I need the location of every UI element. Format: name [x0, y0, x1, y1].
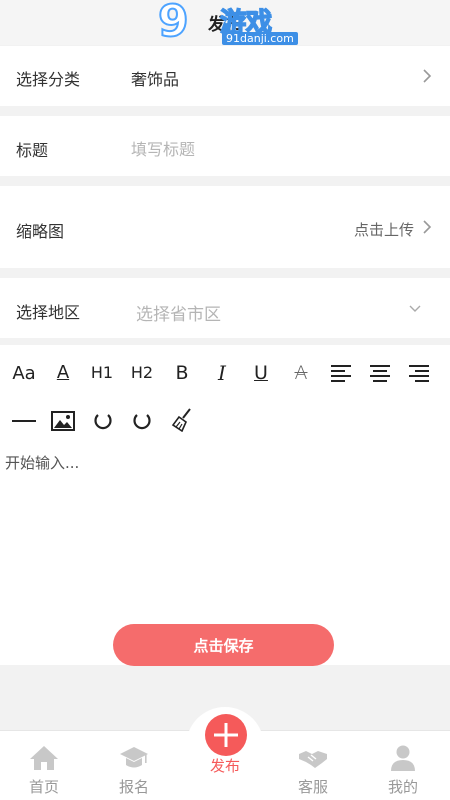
insert-image-button[interactable]: [48, 406, 78, 436]
heading2-icon: H2: [130, 362, 154, 382]
handshake-icon: [299, 751, 327, 768]
header-bar: 发布: [0, 0, 450, 45]
align-center-icon: [370, 365, 390, 382]
horizontal-rule-icon: [12, 420, 36, 422]
tab-service[interactable]: 客服: [273, 731, 353, 800]
tab-home[interactable]: 首页: [4, 731, 84, 800]
page-title: 发布: [208, 15, 242, 35]
italic-button[interactable]: I: [207, 358, 237, 388]
tab-mine-label: 我的: [387, 778, 418, 796]
home-icon: [30, 746, 58, 770]
tab-signup-label: 报名: [118, 778, 149, 796]
font-color-icon: A: [56, 362, 70, 383]
user-icon: [391, 745, 415, 771]
bold-button[interactable]: B: [167, 358, 197, 388]
font-color-button[interactable]: A: [48, 358, 78, 388]
redo-icon: [133, 414, 151, 430]
underline-icon: U: [254, 362, 268, 384]
align-right-icon: [409, 365, 429, 382]
font-size-button[interactable]: Aa: [9, 358, 39, 388]
rich-text-editor: Aa A H1 H2 B I U A 开始输入... 点击保存: [0, 345, 450, 666]
align-left-icon: [331, 365, 351, 382]
broom-icon: [171, 408, 191, 432]
graduation-cap-icon: [120, 747, 148, 768]
align-center-button[interactable]: [365, 358, 395, 388]
tab-home-label: 首页: [28, 778, 59, 796]
tab-signup[interactable]: 报名: [94, 731, 174, 800]
clear-format-button[interactable]: [167, 405, 197, 435]
font-size-icon: Aa: [12, 362, 36, 384]
chevron-right-icon: [423, 69, 432, 83]
category-row[interactable]: 选择分类 奢饰品: [0, 46, 450, 106]
strikethrough-button[interactable]: A: [286, 358, 316, 388]
tab-service-label: 客服: [297, 778, 328, 796]
tab-publish-label: 发布: [209, 757, 240, 775]
thumbnail-label: 缩略图: [16, 222, 65, 241]
region-row[interactable]: 选择地区 选择省市区: [0, 278, 450, 338]
heading1-icon: H1: [90, 362, 114, 382]
chevron-down-icon: [409, 305, 421, 312]
editor-input[interactable]: 开始输入...: [5, 452, 79, 473]
horizontal-rule-button[interactable]: [9, 406, 39, 436]
strikethrough-icon: A: [294, 362, 308, 384]
region-select[interactable]: 选择省市区: [136, 300, 221, 325]
bold-icon: B: [175, 362, 189, 384]
upload-link[interactable]: 点击上传: [354, 219, 414, 240]
image-icon: [51, 411, 75, 431]
plus-icon: [205, 714, 247, 756]
thumbnail-row[interactable]: 缩略图 点击上传: [0, 186, 450, 268]
undo-icon: [94, 414, 112, 430]
heading1-button[interactable]: H1: [87, 357, 117, 387]
category-value: 奢饰品: [131, 70, 180, 89]
heading2-button[interactable]: H2: [127, 357, 157, 387]
underline-button[interactable]: U: [246, 358, 276, 388]
redo-button[interactable]: [127, 406, 157, 436]
align-left-button[interactable]: [326, 358, 356, 388]
tab-publish[interactable]: 发布: [186, 707, 264, 785]
title-label: 标题: [16, 141, 49, 160]
region-label: 选择地区: [16, 303, 81, 322]
undo-button[interactable]: [88, 406, 118, 436]
italic-icon: I: [218, 361, 226, 385]
bottom-tab-bar: 首页 报名 发布 客服 我的: [0, 707, 450, 800]
save-button[interactable]: 点击保存: [113, 624, 334, 666]
tab-mine[interactable]: 我的: [363, 731, 443, 800]
title-input[interactable]: 填写标题: [131, 136, 195, 160]
category-label: 选择分类: [16, 70, 81, 89]
chevron-right-icon: [423, 220, 432, 234]
title-row: 标题 填写标题: [0, 116, 450, 176]
align-right-button[interactable]: [404, 358, 434, 388]
